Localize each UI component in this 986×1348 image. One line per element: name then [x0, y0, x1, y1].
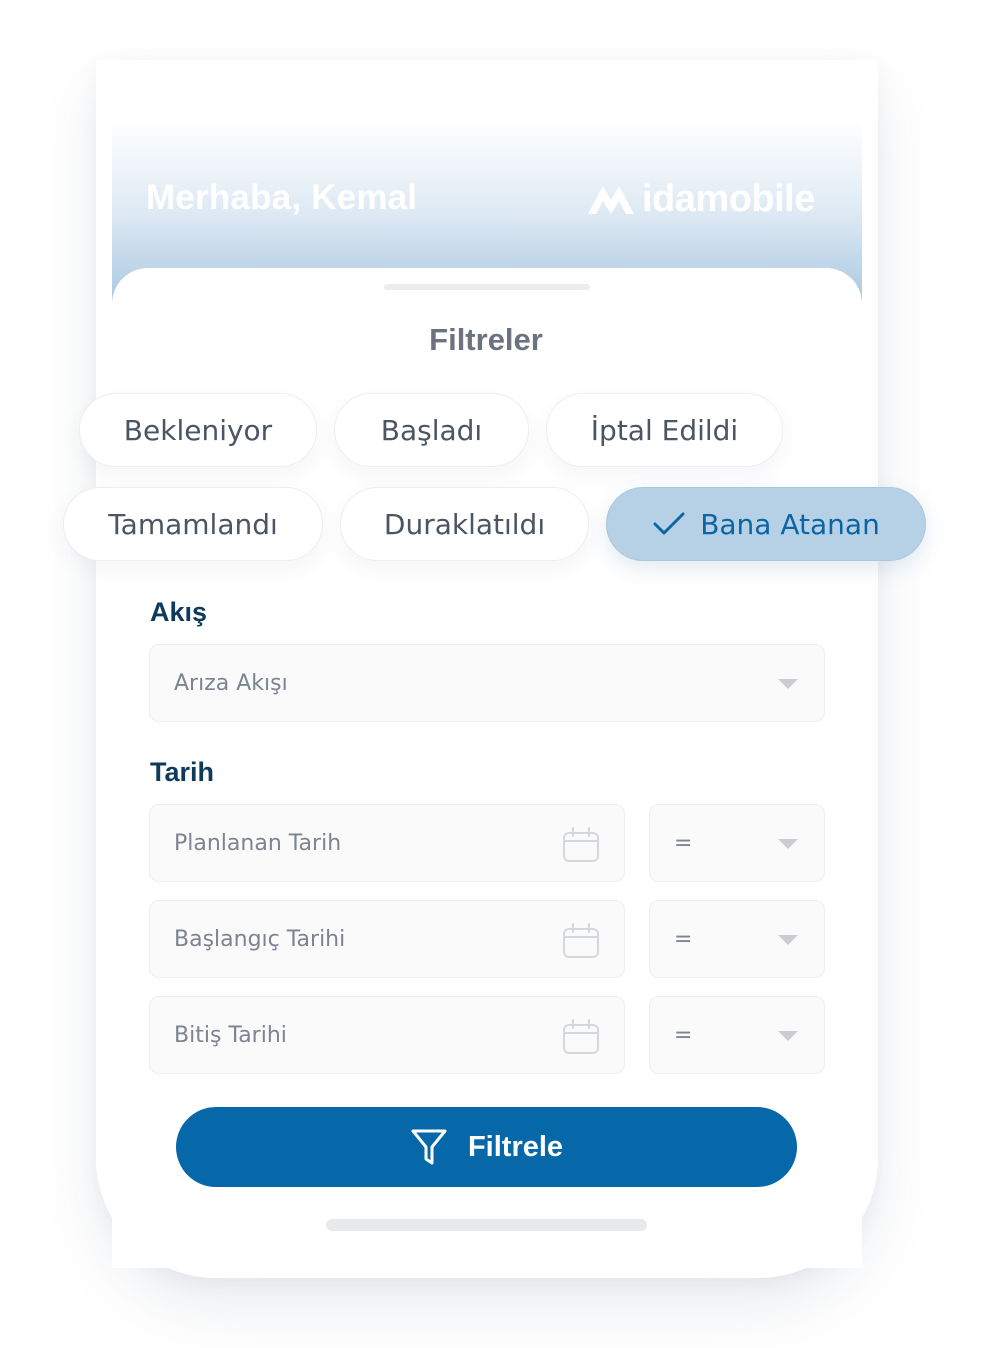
start-date-operator-select[interactable]: = — [649, 900, 825, 978]
filter-button[interactable]: Filtrele — [176, 1107, 797, 1187]
chevron-down-icon — [778, 679, 798, 689]
chip-label: Tamamlandı — [108, 507, 278, 541]
chip-tamamlandi[interactable]: Tamamlandı — [63, 487, 323, 561]
idamobile-logo-icon — [588, 186, 634, 214]
chip-iptal-edildi[interactable]: İptal Edildi — [546, 393, 783, 467]
start-date-field[interactable]: Başlangıç Tarihi — [149, 900, 625, 978]
filter-button-label: Filtrele — [467, 1130, 564, 1163]
chip-duraklatildi[interactable]: Duraklatıldı — [340, 487, 589, 561]
brand-logo: idamobile — [586, 178, 815, 220]
operator-value: = — [674, 1022, 693, 1048]
sheet-title: Filtreler — [429, 322, 543, 357]
chip-basladi[interactable]: Başladı — [334, 393, 529, 467]
chip-label: Bekleniyor — [123, 413, 273, 447]
chip-bana-atanan[interactable]: Bana Atanan — [606, 487, 926, 561]
greeting-text: Merhaba, Kemal — [146, 178, 418, 217]
chip-label: Başladı — [380, 413, 483, 447]
planned-date-placeholder: Planlanan Tarih — [174, 830, 342, 856]
chevron-down-icon — [778, 1031, 798, 1041]
chip-label: Bana Atanan — [700, 507, 880, 541]
chevron-down-icon — [778, 839, 798, 849]
operator-value: = — [674, 926, 693, 952]
chip-bekleniyor[interactable]: Bekleniyor — [79, 393, 317, 467]
end-date-placeholder: Bitiş Tarihi — [174, 1022, 287, 1048]
chevron-down-icon — [778, 935, 798, 945]
flow-label: Akış — [150, 597, 208, 627]
end-date-operator-select[interactable]: = — [649, 996, 825, 1074]
check-icon — [653, 512, 685, 535]
date-label: Tarih — [150, 757, 215, 787]
flow-select[interactable]: Arıza Akışı — [149, 644, 825, 722]
sheet-drag-handle[interactable] — [384, 284, 590, 290]
brand-name: idamobile — [642, 177, 815, 220]
filter-funnel-icon — [411, 1129, 447, 1165]
chip-label: İptal Edildi — [590, 413, 739, 447]
end-date-field[interactable]: Bitiş Tarihi — [149, 996, 625, 1074]
operator-value: = — [674, 830, 693, 856]
home-indicator — [326, 1219, 647, 1231]
calendar-icon — [563, 827, 599, 862]
flow-select-value: Arıza Akışı — [174, 670, 288, 696]
chip-label: Duraklatıldı — [383, 507, 546, 541]
calendar-icon — [563, 923, 599, 958]
planned-date-operator-select[interactable]: = — [649, 804, 825, 882]
planned-date-field[interactable]: Planlanan Tarih — [149, 804, 625, 882]
calendar-icon — [563, 1019, 599, 1054]
start-date-placeholder: Başlangıç Tarihi — [174, 926, 346, 952]
